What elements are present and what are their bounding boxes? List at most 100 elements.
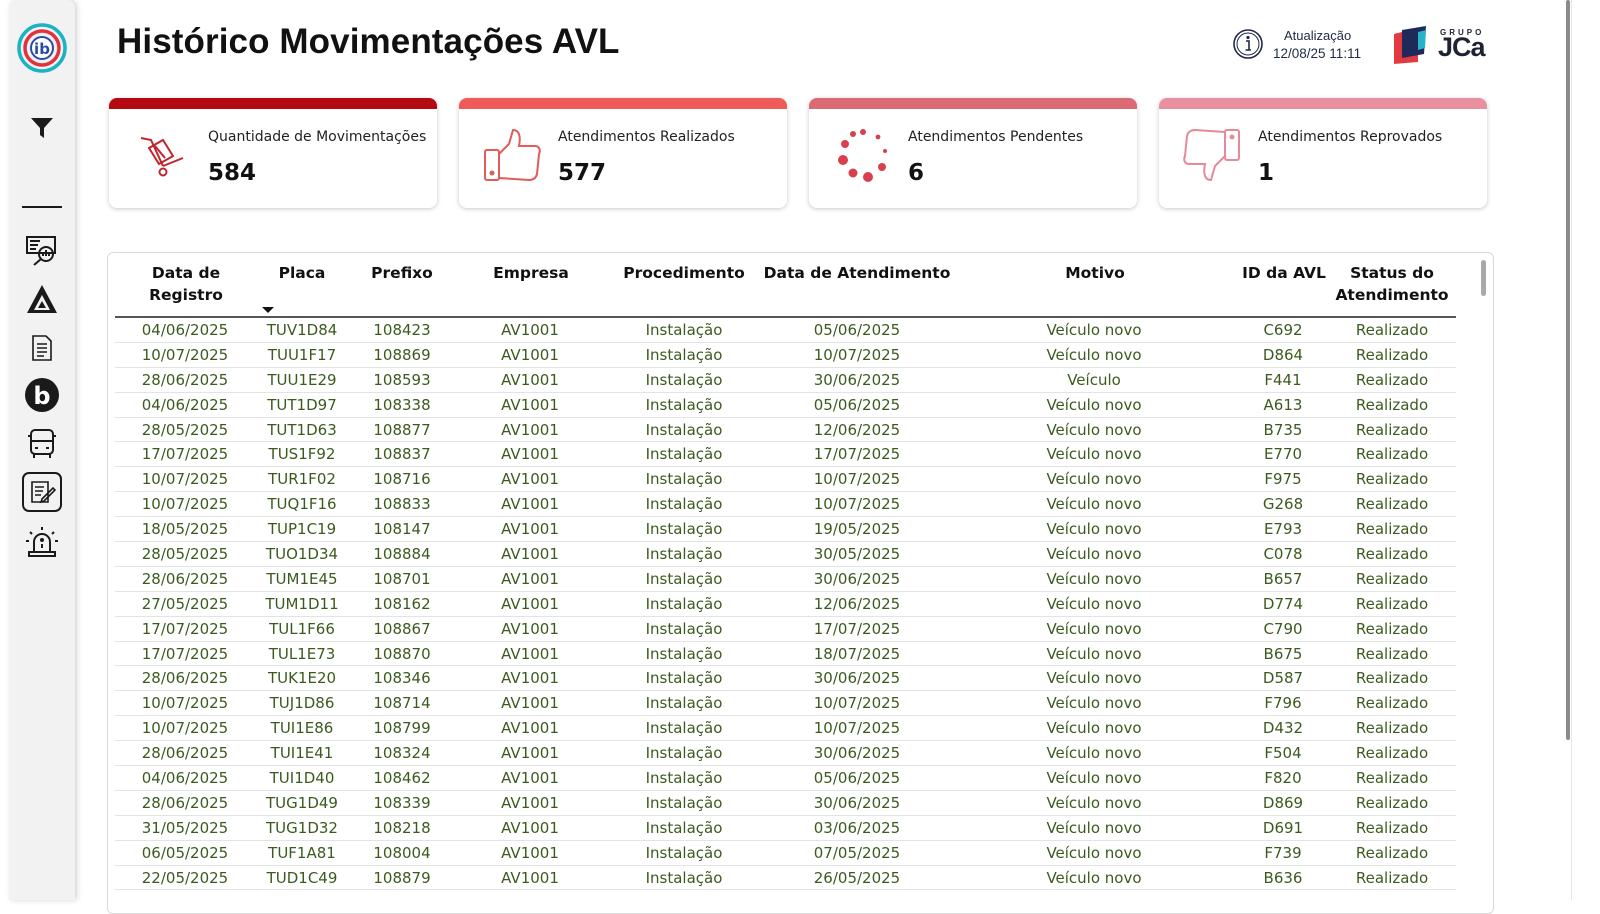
table-row[interactable]: 04/06/2025 TUV1D84 108423 AV1001 Instalação 0… <box>115 318 1456 343</box>
cell-empresa: AV1001 <box>501 370 559 389</box>
cell-motivo: Veículo <box>1067 370 1121 389</box>
table-row[interactable]: 28/06/2025 TUK1E20 108346 AV1001 Instalação 3… <box>115 666 1456 692</box>
info-icon[interactable] <box>1232 28 1264 60</box>
document-icon[interactable] <box>9 328 75 368</box>
cell-data-atendimento: 10/07/2025 <box>813 470 901 489</box>
table-row[interactable]: 10/07/2025 TUJ1D86 108714 AV1001 Instalação 1… <box>115 691 1456 717</box>
table-row[interactable]: 17/07/2025 TUL1E73 108870 AV1001 Instalação 1… <box>115 642 1456 667</box>
col-header-empresa[interactable]: Empresa <box>480 262 582 284</box>
table-row[interactable]: 10/07/2025 TUU1F17 108869 AV1001 Instalação 1… <box>115 343 1456 368</box>
kpi-value: 6 <box>908 160 925 186</box>
cell-procedimento: Instalação <box>645 495 723 514</box>
cell-procedimento: Instalação <box>645 644 723 663</box>
cell-motivo: Veículo novo <box>1046 395 1142 414</box>
kpi-value: 577 <box>558 160 607 186</box>
cell-data-atendimento: 10/07/2025 <box>813 694 901 713</box>
cell-data-atendimento: 26/05/2025 <box>813 868 901 887</box>
col-header-placa[interactable]: Placa <box>262 262 342 284</box>
table-row[interactable]: 28/05/2025 TUT1D63 108877 AV1001 Instalação 1… <box>115 418 1456 443</box>
table-row[interactable]: 10/07/2025 TUQ1F16 108833 AV1001 Instalação 1… <box>115 492 1456 518</box>
table-row[interactable]: 27/05/2025 TUM1D11 108162 AV1001 Instalação 1… <box>115 592 1456 617</box>
cell-procedimento: Instalação <box>645 769 723 788</box>
table-row[interactable]: 28/06/2025 TUU1E29 108593 AV1001 Instalação 3… <box>115 368 1456 393</box>
cell-data-atendimento: 30/06/2025 <box>813 793 901 812</box>
col-header-data-atendimento[interactable]: Data de Atendimento <box>760 262 954 284</box>
cell-motivo: Veículo novo <box>1046 644 1142 663</box>
ib-logo-icon[interactable]: ib <box>9 23 75 73</box>
table-row[interactable]: 06/05/2025 TUF1A81 108004 AV1001 Instalação 0… <box>115 841 1456 866</box>
col-header-id-avl[interactable]: ID da AVL <box>1238 262 1330 284</box>
cell-motivo: Veículo novo <box>1046 744 1142 763</box>
cell-data-atendimento: 10/07/2025 <box>813 495 901 514</box>
kpi-value: 584 <box>208 160 257 186</box>
cell-motivo: Veículo novo <box>1046 619 1142 638</box>
cell-data-atendimento: 30/06/2025 <box>813 370 901 389</box>
table-row[interactable]: 28/06/2025 TUI1E41 108324 AV1001 Instalação 3… <box>115 741 1456 767</box>
cell-data-atendimento: 30/06/2025 <box>813 569 901 588</box>
cell-data-atendimento: 19/05/2025 <box>813 520 901 539</box>
sidebar-divider <box>22 206 62 208</box>
table-row[interactable]: 18/05/2025 TUP1C19 108147 AV1001 Instalação 1… <box>115 517 1456 543</box>
col-header-prefixo[interactable]: Prefixo <box>357 262 447 284</box>
col-header-procedimento[interactable]: Procedimento <box>614 262 754 284</box>
cell-procedimento: Instalação <box>645 793 723 812</box>
report-search-icon[interactable] <box>9 230 75 270</box>
history-report-icon[interactable] <box>9 472 75 512</box>
table-row[interactable]: 04/06/2025 TUI1D40 108462 AV1001 Instalação 0… <box>115 766 1456 791</box>
cell-status: Realizado <box>1355 345 1429 364</box>
kpi-band <box>1159 98 1487 109</box>
bus-icon[interactable] <box>9 424 75 464</box>
cell-status: Realizado <box>1355 644 1429 663</box>
cell-data-atendimento: 30/06/2025 <box>813 744 901 763</box>
cell-procedimento: Instalação <box>645 719 723 738</box>
alarm-light-icon[interactable] <box>9 522 75 562</box>
table-row[interactable]: 10/07/2025 TUR1F02 108716 AV1001 Instalação 1… <box>115 467 1456 493</box>
kpi-label: Atendimentos Pendentes <box>908 129 1084 145</box>
cell-status: Realizado <box>1355 495 1429 514</box>
col-header-motivo[interactable]: Motivo <box>1030 262 1160 284</box>
cell-procedimento: Instalação <box>645 520 723 539</box>
kpi-band <box>809 98 1137 109</box>
b-logo-icon[interactable]: b <box>9 375 75 415</box>
cell-status: Realizado <box>1355 843 1429 862</box>
cell-empresa: AV1001 <box>501 818 559 837</box>
page-scrollbar[interactable] <box>1566 0 1570 740</box>
cell-procedimento: Instalação <box>645 470 723 489</box>
table-row[interactable]: 17/07/2025 TUS1F92 108837 AV1001 Instalação 1… <box>115 442 1456 468</box>
cell-motivo: Veículo novo <box>1046 520 1142 539</box>
kpi-value: 1 <box>1258 160 1275 186</box>
table-scrollbar[interactable] <box>1481 260 1486 296</box>
cell-motivo: Veículo novo <box>1046 843 1142 862</box>
sort-desc-icon[interactable] <box>262 307 274 313</box>
cell-data-atendimento: 18/07/2025 <box>813 644 901 663</box>
filter-icon[interactable] <box>9 108 75 148</box>
cell-status: Realizado <box>1355 868 1429 887</box>
cell-motivo: Veículo novo <box>1046 470 1142 489</box>
kpi-label: Quantidade de Movimentações <box>208 129 427 145</box>
cell-status: Realizado <box>1355 420 1429 439</box>
brand-name: JCa <box>1438 32 1486 62</box>
table-row[interactable]: 22/05/2025 TUD1C49 108879 AV1001 Instalação 2… <box>115 866 1456 891</box>
cell-empresa: AV1001 <box>501 395 559 414</box>
cell-status: Realizado <box>1355 793 1429 812</box>
col-header-data-registro[interactable]: Data de Registro <box>115 262 257 306</box>
table-row[interactable]: 28/06/2025 TUM1E45 108701 AV1001 Instalação 3… <box>115 567 1456 592</box>
triangle-logo-icon[interactable] <box>9 280 75 320</box>
cell-data-atendimento: 10/07/2025 <box>813 719 901 738</box>
cell-empresa: AV1001 <box>501 545 559 564</box>
table-row[interactable]: 31/05/2025 TUG1D32 108218 AV1001 Instalação 0… <box>115 816 1456 841</box>
col-header-status[interactable]: Status do Atendimento <box>1334 262 1450 306</box>
cell-empresa: AV1001 <box>501 520 559 539</box>
table-row[interactable]: 28/05/2025 TUO1D34 108884 AV1001 Instalação 3… <box>115 542 1456 567</box>
cell-motivo: Veículo novo <box>1046 769 1142 788</box>
kpi-band <box>109 98 437 109</box>
kpi-card-rejected: Atendimentos Reprovados 1 <box>1159 98 1487 208</box>
table-row[interactable]: 04/06/2025 TUT1D97 108338 AV1001 Instalação 0… <box>115 393 1456 418</box>
table-row[interactable]: 10/07/2025 TUI1E86 108799 AV1001 Instalação 1… <box>115 716 1456 742</box>
svg-text:ib: ib <box>34 40 50 58</box>
table-row[interactable]: 28/06/2025 TUG1D49 108339 AV1001 Instalação 3… <box>115 791 1456 816</box>
table-row[interactable]: 17/07/2025 TUL1F66 108867 AV1001 Instalação 1… <box>115 617 1456 642</box>
cell-data-atendimento: 17/07/2025 <box>813 619 901 638</box>
loading-spinner-icon <box>838 129 887 182</box>
cell-empresa: AV1001 <box>501 644 559 663</box>
